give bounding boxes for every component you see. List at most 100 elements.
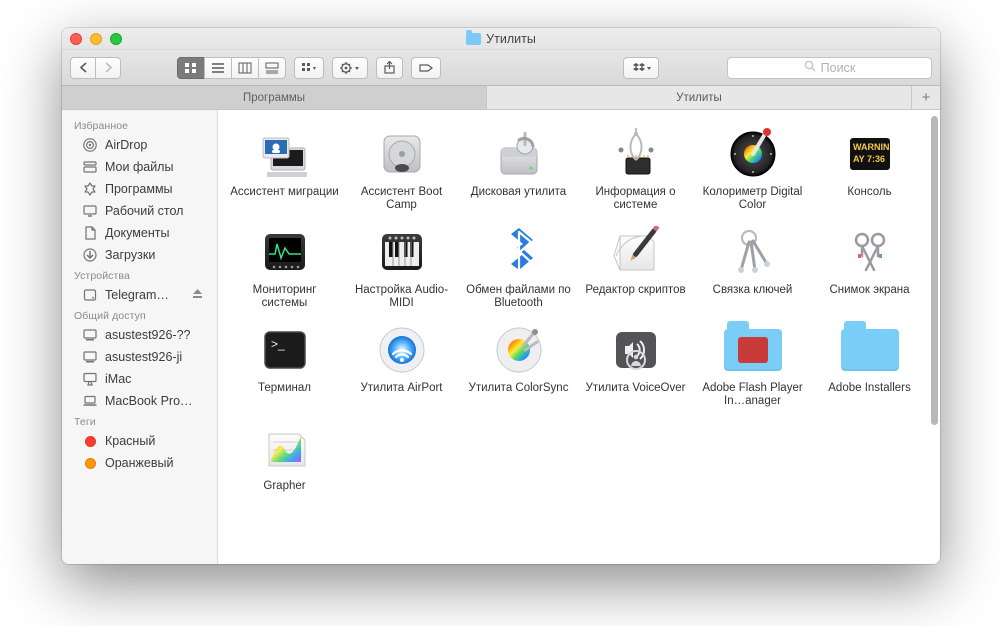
sidebar-item[interactable]: iMac [62, 368, 217, 390]
documents-icon [82, 225, 98, 241]
search-placeholder: Поиск [821, 61, 856, 75]
imac-icon [82, 371, 98, 387]
sidebar-label: Загрузки [105, 248, 155, 262]
file-item[interactable]: Настройка Audio-MIDI [343, 220, 460, 312]
disk-icon [82, 287, 98, 303]
toolbar: Поиск [62, 50, 940, 86]
sidebar-item[interactable]: Загрузки [62, 244, 217, 266]
sidebar-item[interactable]: Telegram… [62, 284, 217, 306]
file-item[interactable]: fAdobe Flash Player In…anager [694, 318, 811, 410]
sidebar-label: Telegram… [105, 288, 169, 302]
svg-text:AY 7:36: AY 7:36 [853, 154, 885, 164]
back-button[interactable] [70, 57, 96, 79]
file-item[interactable]: Дисковая утилита [460, 122, 577, 214]
sidebar-item[interactable]: Рабочий стол [62, 200, 217, 222]
file-label: Терминал [258, 382, 311, 408]
new-tab-button[interactable]: + [912, 86, 940, 109]
file-item[interactable]: Утилита AirPort [343, 318, 460, 410]
file-item[interactable]: Редактор скриптов [577, 220, 694, 312]
window-titlebar: Утилиты [62, 28, 940, 50]
bluetooth-icon [487, 224, 551, 280]
file-label: Консоль [847, 186, 891, 212]
file-label: Снимок экрана [829, 284, 909, 310]
sidebar-item[interactable]: AirDrop [62, 134, 217, 156]
search-icon [804, 60, 816, 75]
folder-icon [466, 33, 481, 45]
sidebar-item[interactable]: Документы [62, 222, 217, 244]
sidebar-item[interactable]: Программы [62, 178, 217, 200]
sidebar-heading: Общий доступ [62, 306, 217, 324]
forward-button[interactable] [95, 57, 121, 79]
file-label: Дисковая утилита [471, 186, 566, 212]
file-item[interactable]: Снимок экрана [811, 220, 928, 312]
file-item[interactable]: Связка ключей [694, 220, 811, 312]
scrollbar[interactable] [931, 116, 938, 558]
tab-utilities[interactable]: Утилиты [487, 86, 912, 109]
digitalcolor-icon [721, 126, 785, 182]
view-icons[interactable] [177, 57, 205, 79]
file-item[interactable]: Grapher [226, 416, 343, 508]
tab-programs[interactable]: Программы [62, 86, 487, 109]
sidebar-heading: Устройства [62, 266, 217, 284]
file-item[interactable]: Утилита ColorSync [460, 318, 577, 410]
view-coverflow[interactable] [258, 57, 286, 79]
sidebar-item[interactable]: Оранжевый [62, 452, 217, 474]
sidebar-item[interactable]: asustest926-ji [62, 346, 217, 368]
sidebar-label: asustest926-?? [105, 328, 190, 342]
arrange-menu[interactable] [294, 57, 324, 79]
svg-text:>_: >_ [271, 337, 285, 351]
sidebar-item[interactable]: Красный [62, 430, 217, 452]
content-area[interactable]: Ассистент миграции Ассистент Boot Camp Д… [218, 110, 940, 564]
file-item[interactable]: Ассистент Boot Camp [343, 122, 460, 214]
sidebar-item[interactable]: asustest926-?? [62, 324, 217, 346]
close-button[interactable] [70, 33, 82, 45]
sidebar: ИзбранноеAirDropМои файлыПрограммыРабочи… [62, 110, 218, 564]
file-label: Утилита AirPort [360, 382, 442, 408]
tab-bar: Программы Утилиты + [62, 86, 940, 110]
file-item[interactable]: Ассистент миграции [226, 122, 343, 214]
minimize-button[interactable] [90, 33, 102, 45]
file-item[interactable]: Информация о системе [577, 122, 694, 214]
sidebar-item[interactable]: MacBook Pro… [62, 390, 217, 412]
dropbox-button[interactable] [623, 57, 659, 79]
finder-window: Утилиты [62, 28, 940, 564]
zoom-button[interactable] [110, 33, 122, 45]
downloads-icon [82, 247, 98, 263]
search-field[interactable]: Поиск [727, 57, 932, 79]
sidebar-label: MacBook Pro… [105, 394, 193, 408]
file-label: Колориметр Digital Color [697, 186, 809, 212]
file-item[interactable]: >_ Терминал [226, 318, 343, 410]
traffic-lights [70, 33, 122, 45]
desktop-icon [82, 203, 98, 219]
sidebar-item[interactable]: Мои файлы [62, 156, 217, 178]
view-columns[interactable] [231, 57, 259, 79]
keychain-icon [721, 224, 785, 280]
console-icon: WARNIN AY 7:36 [838, 126, 902, 182]
action-menu[interactable] [332, 57, 368, 79]
file-item[interactable]: Утилита VoiceOver [577, 318, 694, 410]
file-label: Ассистент миграции [230, 186, 338, 212]
tag-icon [82, 455, 98, 471]
file-item[interactable]: Колориметр Digital Color [694, 122, 811, 214]
colorsync-icon [487, 322, 551, 378]
airdrop-icon [82, 137, 98, 153]
diskutil-icon [487, 126, 551, 182]
sysinfo-icon [604, 126, 668, 182]
eject-icon[interactable] [192, 288, 203, 302]
file-label: Редактор скриптов [585, 284, 685, 310]
window-title: Утилиты [486, 32, 536, 46]
file-label: Adobe Flash Player In…anager [697, 382, 809, 408]
voiceover-icon [604, 322, 668, 378]
audiomidi-icon [370, 224, 434, 280]
file-item[interactable]: Adobe Installers [811, 318, 928, 410]
view-list[interactable] [204, 57, 232, 79]
tags-button[interactable] [411, 57, 441, 79]
file-item[interactable]: WARNIN AY 7:36 Консоль [811, 122, 928, 214]
share-button[interactable] [376, 57, 403, 79]
sidebar-label: asustest926-ji [105, 350, 182, 364]
file-label: Утилита VoiceOver [586, 382, 686, 408]
view-switcher [177, 57, 286, 79]
file-item[interactable]: Мониторинг системы [226, 220, 343, 312]
tag-icon [82, 433, 98, 449]
file-item[interactable]: Обмен файлами по Bluetooth [460, 220, 577, 312]
